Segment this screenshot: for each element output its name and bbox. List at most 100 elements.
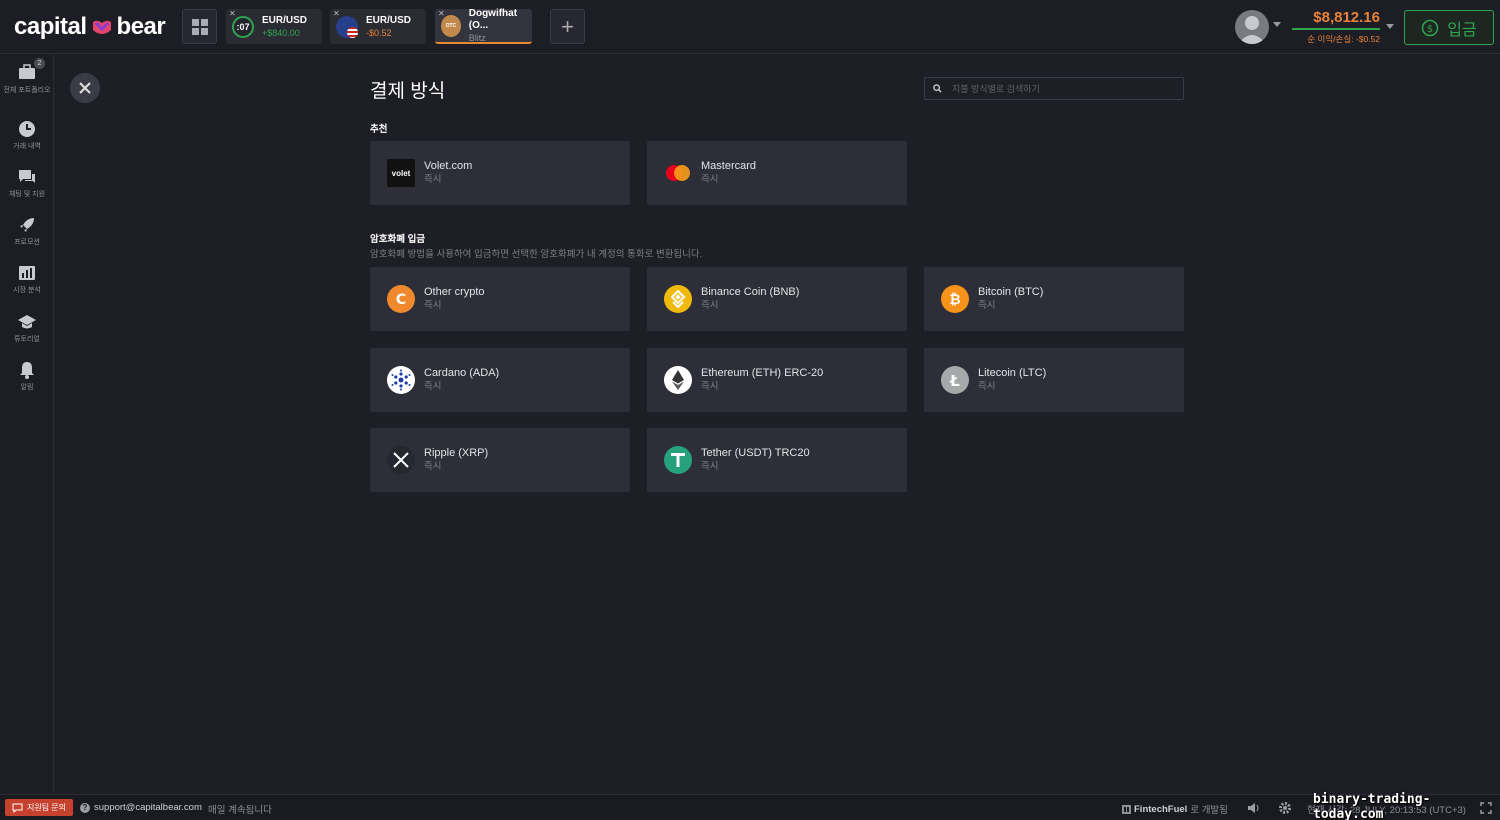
bar-chart-icon <box>17 264 37 282</box>
sound-icon[interactable] <box>1247 801 1261 815</box>
timer-circle-icon: :07 <box>232 15 254 38</box>
volet-icon-text: volet <box>391 168 411 178</box>
card-name: Ethereum (ETH) ERC-20 <box>701 367 824 379</box>
tab-asset-name: Dogwifhat (O... <box>468 7 518 31</box>
payment-card-ltc[interactable]: Ł Litecoin (LTC) 즉시 <box>924 348 1184 412</box>
close-panel-button[interactable] <box>70 73 100 103</box>
sidebar-item-notifications[interactable]: 알림 <box>0 361 54 392</box>
bear-heart-icon <box>92 20 111 34</box>
search-input[interactable]: 지불 방식별로 검색하기 <box>924 77 1184 100</box>
sidebar-item-portfolio[interactable]: 2 전체 포트폴리오 <box>0 58 54 95</box>
tab-pnl: +$840.00 <box>262 27 300 38</box>
card-speed: 즉시 <box>424 300 442 311</box>
top-bar: capital bear ✕ :07 EUR/USD +$840.00 ✕ EU… <box>0 0 1500 54</box>
help-label: 지원팀 문의 <box>27 803 67 812</box>
card-speed: 즉시 <box>978 381 996 392</box>
payment-card-xrp[interactable]: Ripple (XRP) 즉시 <box>370 428 630 492</box>
close-tab-icon[interactable]: ✕ <box>229 10 236 18</box>
search-placeholder: 지불 방식별로 검색하기 <box>952 84 1040 94</box>
binance-coin-icon <box>664 285 692 313</box>
payment-card-usdt[interactable]: Tether (USDT) TRC20 즉시 <box>647 428 907 492</box>
deposit-label: 입금 <box>1447 21 1477 39</box>
net-pnl: 순 이익/손실: -$0.52 <box>1307 34 1380 44</box>
sidebar-item-label: 전체 포트폴리오 <box>3 87 51 94</box>
payment-card-ada[interactable]: Cardano (ADA) 즉시 <box>370 348 630 412</box>
sidebar-item-label: 채팅 및 지원 <box>8 191 46 198</box>
user-icon <box>1238 16 1266 44</box>
card-name: Tether (USDT) TRC20 <box>701 447 810 459</box>
ethereum-icon <box>664 366 692 394</box>
card-name: Ripple (XRP) <box>424 447 489 459</box>
developer-suffix: 로 개발됨 <box>1190 805 1228 816</box>
mastercard-icon <box>664 159 692 187</box>
volet-icon: volet <box>387 159 415 187</box>
settings-gear-icon[interactable] <box>1278 801 1292 815</box>
sidebar-item-promotions[interactable]: 프로모션 <box>0 216 54 247</box>
sidebar-item-label: 시장 분석 <box>13 287 41 294</box>
svg-text:C: C <box>396 292 406 308</box>
svg-text:₿: ₿ <box>949 292 960 308</box>
card-speed: 즉시 <box>424 174 442 185</box>
avatar-dropdown-icon[interactable] <box>1273 22 1281 27</box>
account-balance[interactable]: $8,812.16 순 이익/손실: -$0.52 <box>1292 9 1380 45</box>
close-tab-icon[interactable]: ✕ <box>333 10 340 18</box>
sidebar-item-chat[interactable]: 채팅 및 지원 <box>0 168 54 199</box>
card-speed: 즉시 <box>424 461 442 472</box>
tab-sub: Blitz <box>468 32 486 43</box>
search-icon <box>933 84 942 93</box>
capitalbear-logo[interactable]: capital bear <box>14 12 166 42</box>
card-speed: 즉시 <box>424 381 442 392</box>
asset-tab-dogwifhat[interactable]: ✕ OTC Dogwifhat (O... Blitz <box>435 7 532 44</box>
close-tab-icon[interactable]: ✕ <box>438 10 445 18</box>
support-email-link[interactable]: ? support@capitalbear.com <box>80 802 202 813</box>
developer-credit[interactable]: FintechFuel 로 개발됨 <box>1122 802 1228 816</box>
ripple-icon <box>387 446 415 474</box>
sidebar-item-tutorials[interactable]: 튜토리얼 <box>0 313 54 344</box>
deposit-button[interactable]: $ 입금 <box>1404 10 1494 45</box>
contact-support-button[interactable]: 지원팀 문의 <box>5 799 74 816</box>
svg-text:Ł: Ł <box>949 372 960 390</box>
crypto-section-title: 암호화폐 입금 <box>370 234 426 245</box>
card-speed: 즉시 <box>701 300 719 311</box>
card-name: Binance Coin (BNB) <box>701 286 800 298</box>
payment-card-volet[interactable]: volet Volet.com 즉시 <box>370 141 630 205</box>
sidebar-item-history[interactable]: 거래 내역 <box>0 120 54 151</box>
tab-pnl: -$0.52 <box>366 27 392 38</box>
logo-text-right: bear <box>116 13 166 40</box>
add-tab-button[interactable]: + <box>550 9 585 44</box>
payment-card-other-crypto[interactable]: C Other crypto 즉시 <box>370 267 630 331</box>
avatar[interactable] <box>1235 10 1269 44</box>
card-name: Bitcoin (BTC) <box>978 286 1044 298</box>
payment-card-mastercard[interactable]: Mastercard 즉시 <box>647 141 907 205</box>
recommended-section-title: 추천 <box>370 124 388 135</box>
card-name: Mastercard <box>701 160 757 172</box>
payment-card-bnb[interactable]: Binance Coin (BNB) 즉시 <box>647 267 907 331</box>
card-speed: 즉시 <box>701 461 719 472</box>
crypto-section-description: 암호화폐 방법을 사용하여 입금하면 선택한 암호화폐가 내 계정의 통화로 변… <box>370 249 703 260</box>
asset-tab-eurusd-1[interactable]: ✕ :07 EUR/USD +$840.00 <box>226 9 322 44</box>
eu-us-flag-icon <box>336 15 358 38</box>
tether-icon <box>664 446 692 474</box>
sidebar-item-label: 프로모션 <box>14 239 40 246</box>
asset-tab-eurusd-2[interactable]: ✕ EUR/USD -$0.52 <box>330 9 426 44</box>
otc-label: OTC <box>445 22 457 29</box>
logo-text-left: capital <box>14 13 87 40</box>
card-speed: 즉시 <box>701 381 719 392</box>
question-icon: ? <box>80 802 90 813</box>
tab-timer: :07 <box>236 21 250 32</box>
sidebar-item-analysis[interactable]: 시장 분석 <box>0 264 54 295</box>
payment-card-btc[interactable]: ₿ Bitcoin (BTC) 즉시 <box>924 267 1184 331</box>
portfolio-count-badge: 2 <box>34 58 45 69</box>
open-hours-text: 매일 계속됩니다 <box>208 805 272 816</box>
bell-icon <box>17 361 37 379</box>
close-icon <box>79 82 91 94</box>
card-name: Litecoin (LTC) <box>978 367 1047 379</box>
watermark-text: binary-trading-today.com <box>1313 792 1431 820</box>
payment-card-eth[interactable]: Ethereum (ETH) ERC-20 즉시 <box>647 348 907 412</box>
balance-dropdown-icon[interactable] <box>1386 24 1394 29</box>
clock-icon <box>17 120 37 138</box>
chat-bubble-icon <box>12 803 23 813</box>
layout-grid-button[interactable] <box>182 9 217 44</box>
chat-icon <box>17 168 37 186</box>
tab-asset-name: EUR/USD <box>262 14 308 26</box>
